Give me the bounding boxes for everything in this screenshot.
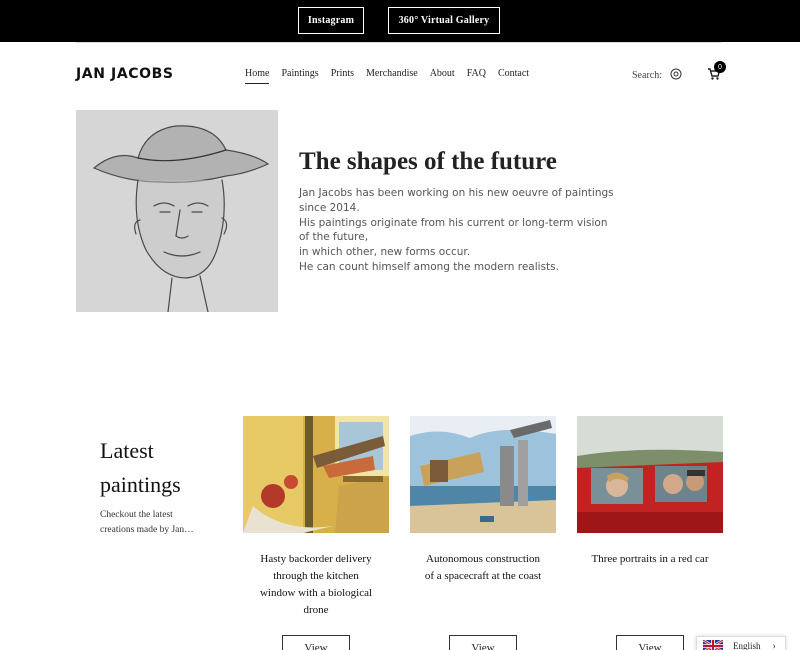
painting-thumbnail[interactable]: [410, 416, 556, 533]
heading-line: paintings: [100, 472, 181, 497]
hero-line: since 2014.: [299, 201, 360, 214]
virtual-gallery-button[interactable]: 360° Virtual Gallery: [388, 7, 500, 34]
top-bar: Instagram 360° Virtual Gallery: [0, 0, 800, 42]
painting-title[interactable]: Hasty backorder delivery through the kit…: [243, 551, 389, 619]
search-label: Search:: [632, 70, 662, 81]
hero-line: His paintings originate from his current…: [299, 216, 608, 229]
language-label: English: [733, 641, 761, 650]
language-selector[interactable]: English ›: [696, 636, 786, 650]
hero-line: in which other, new forms occur.: [299, 246, 471, 259]
chevron-right-icon: ›: [772, 640, 776, 650]
view-button[interactable]: View: [282, 635, 350, 650]
main-nav: Home Paintings Prints Merchandise About …: [245, 68, 541, 84]
painting-card: Autonomous construction of a spacecraft …: [410, 416, 556, 650]
header-divider: [76, 42, 722, 43]
view-button[interactable]: View: [616, 635, 684, 650]
nav-item-merchandise[interactable]: Merchandise: [366, 68, 418, 79]
nav-item-about[interactable]: About: [430, 68, 455, 79]
latest-paintings-heading: Latest paintings: [100, 434, 181, 502]
painting-card: Hasty backorder delivery through the kit…: [243, 416, 389, 650]
nav-item-paintings[interactable]: Paintings: [281, 68, 318, 79]
painting-title[interactable]: Three portraits in a red car: [577, 551, 723, 568]
heading-line: Latest: [100, 438, 154, 463]
artist-portrait-image: [76, 110, 278, 312]
hero-title: The shapes of the future: [299, 148, 557, 175]
nav-item-prints[interactable]: Prints: [331, 68, 354, 79]
nav-item-faq[interactable]: FAQ: [467, 68, 486, 79]
cart-count-badge: 0: [714, 61, 726, 73]
subtitle-line: Checkout the latest: [100, 510, 173, 520]
hero-description: Jan Jacobs has been working on his new o…: [299, 186, 619, 275]
subtitle-line: creations made by Jan…: [100, 525, 194, 535]
painting-title[interactable]: Autonomous construction of a spacecraft …: [410, 551, 556, 585]
nav-item-contact[interactable]: Contact: [498, 68, 529, 79]
hero-line: Jan Jacobs has been working on his new o…: [299, 187, 614, 199]
view-button[interactable]: View: [449, 635, 517, 650]
hero-line: of the future,: [299, 231, 369, 244]
site-logo[interactable]: JAN JACOBS: [76, 66, 174, 82]
painting-card: Three portraits in a red car View: [577, 416, 723, 650]
painting-thumbnail[interactable]: [243, 416, 389, 533]
hero-line: He can count himself among the modern re…: [299, 260, 559, 273]
instagram-button[interactable]: Instagram: [298, 7, 364, 34]
nav-item-home[interactable]: Home: [245, 68, 270, 84]
search-icon[interactable]: [670, 68, 682, 80]
latest-paintings-subtitle: Checkout the latest creations made by Ja…: [100, 508, 230, 538]
uk-flag-icon: [703, 640, 723, 650]
painting-thumbnail[interactable]: [577, 416, 723, 533]
